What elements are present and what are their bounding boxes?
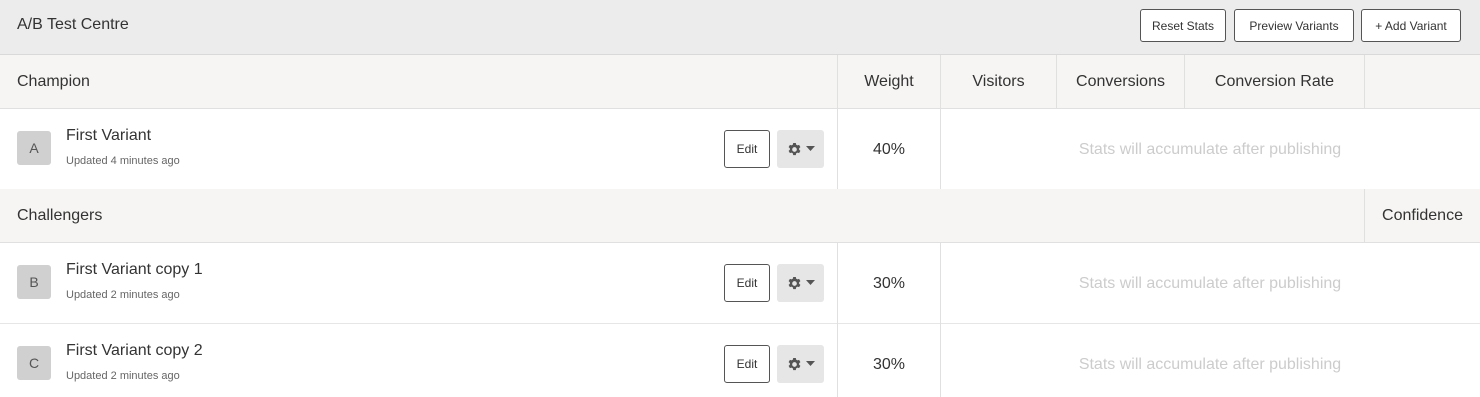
conversion-rate-header: Conversion Rate xyxy=(1214,73,1335,90)
edit-button[interactable]: Edit xyxy=(724,130,770,168)
settings-dropdown-button[interactable] xyxy=(777,345,824,383)
gear-icon xyxy=(788,142,800,155)
challengers-label: Challengers xyxy=(17,207,103,224)
variant-name: First Variant copy 1 xyxy=(66,261,203,278)
stats-placeholder: Stats will accumulate after publishing xyxy=(1078,140,1342,158)
champion-label: Champion xyxy=(17,73,90,90)
gear-icon xyxy=(788,276,800,289)
variant-name: First Variant copy 2 xyxy=(66,342,203,359)
caret-down-icon xyxy=(805,280,815,285)
champion-header: Champion Weight Visitors Conversions Con… xyxy=(0,55,1480,109)
variant-letter-badge: A xyxy=(17,131,51,165)
settings-dropdown-button[interactable] xyxy=(777,264,824,302)
add-variant-button[interactable]: + Add Variant xyxy=(1361,9,1461,42)
divider xyxy=(1364,55,1365,109)
weight-header: Weight xyxy=(864,73,914,90)
challengers-header: Challengers Confidence xyxy=(0,189,1480,243)
variant-updated: Updated 4 minutes ago xyxy=(66,155,180,167)
variant-row-c: C First Variant copy 2 Updated 2 minutes… xyxy=(0,324,1480,397)
gear-icon xyxy=(788,357,800,370)
conversions-header: Conversions xyxy=(1076,73,1165,90)
stats-placeholder: Stats will accumulate after publishing xyxy=(1078,274,1342,292)
visitors-header: Visitors xyxy=(972,73,1025,90)
caret-down-icon xyxy=(805,146,815,151)
variant-weight: 30% xyxy=(872,355,906,373)
caret-down-icon xyxy=(805,361,815,366)
variant-updated: Updated 2 minutes ago xyxy=(66,289,180,301)
variant-weight: 30% xyxy=(872,274,906,292)
variant-updated: Updated 2 minutes ago xyxy=(66,370,180,382)
variant-name: First Variant xyxy=(66,127,152,144)
settings-dropdown-button[interactable] xyxy=(777,130,824,168)
variant-letter-badge: B xyxy=(17,265,51,299)
variant-row-b: B First Variant copy 1 Updated 2 minutes… xyxy=(0,243,1480,324)
edit-button[interactable]: Edit xyxy=(724,264,770,302)
preview-variants-button[interactable]: Preview Variants xyxy=(1234,9,1354,42)
page-title: A/B Test Centre xyxy=(17,16,129,33)
variant-letter-badge: C xyxy=(17,346,51,380)
stats-placeholder: Stats will accumulate after publishing xyxy=(1078,355,1342,373)
variant-row-a: A First Variant Updated 4 minutes ago Ed… xyxy=(0,109,1480,190)
variant-weight: 40% xyxy=(872,140,906,158)
title-bar: A/B Test Centre Reset Stats Preview Vari… xyxy=(0,0,1480,55)
confidence-header: Confidence xyxy=(1382,207,1463,224)
reset-stats-button[interactable]: Reset Stats xyxy=(1140,9,1226,42)
edit-button[interactable]: Edit xyxy=(724,345,770,383)
